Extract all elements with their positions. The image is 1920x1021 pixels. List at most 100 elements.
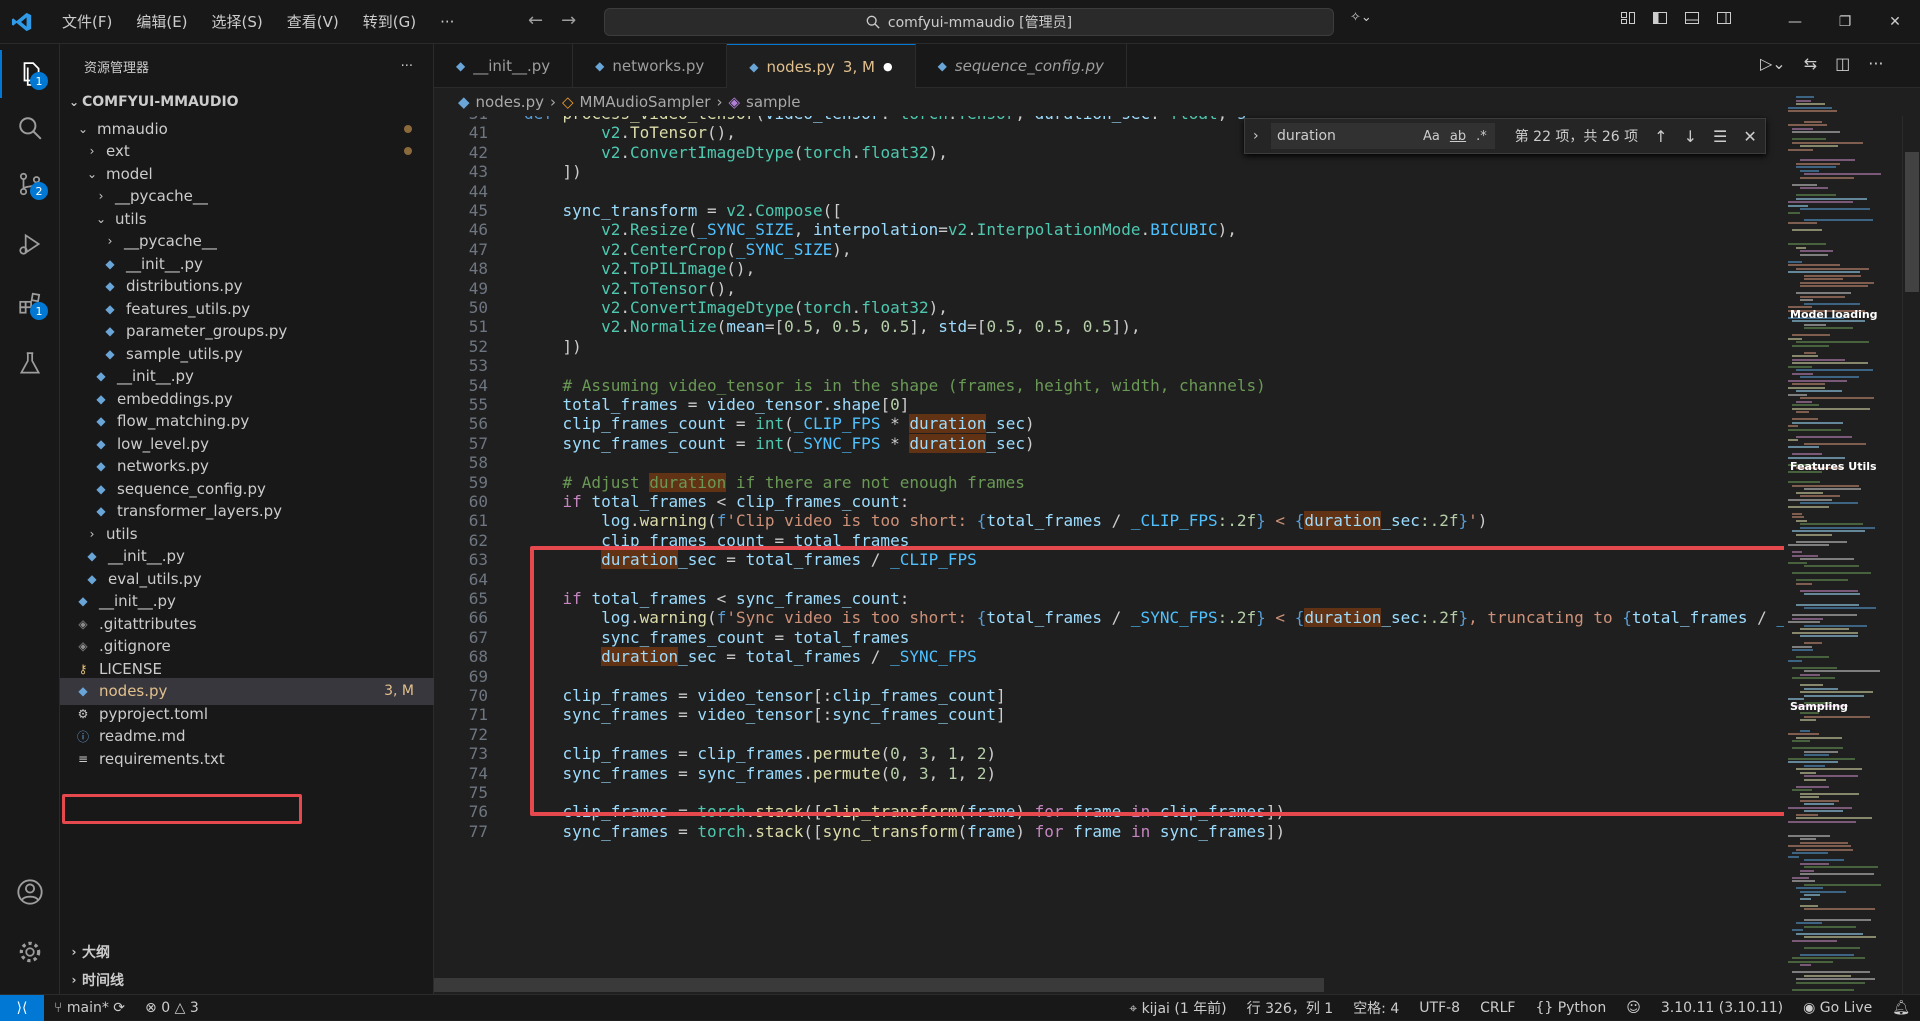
- cursor-position[interactable]: 行 326，列 1: [1237, 998, 1344, 1018]
- chevron-right-icon: ›: [107, 234, 113, 248]
- find-options: Aa ab .*: [1423, 129, 1487, 144]
- copilot-icon[interactable]: ✧⌄: [1350, 10, 1372, 25]
- python-file-icon: ◆: [937, 59, 947, 73]
- minimap-line: [1800, 684, 1823, 686]
- workspace-root[interactable]: ⌄ COMFYUI-MMAUDIO: [60, 88, 434, 115]
- tree-item[interactable]: ≡ requirements.txt: [60, 745, 434, 772]
- customize-layout-icon[interactable]: [1620, 10, 1636, 26]
- search-sidebar-icon[interactable]: [0, 104, 60, 152]
- run-python-icon[interactable]: ▷⌄: [1760, 54, 1786, 73]
- run-debug-icon[interactable]: [0, 220, 60, 268]
- timeline-section[interactable]: › 时间线: [60, 966, 434, 993]
- chevron-right-icon: ›: [71, 972, 77, 987]
- menu-item[interactable]: 编辑(E): [124, 0, 199, 44]
- next-match-arrow-icon[interactable]: ↓: [1684, 127, 1697, 146]
- language-mode[interactable]: {} Python: [1525, 1000, 1616, 1016]
- problems-status[interactable]: ⊗ 0 △ 3: [135, 1000, 209, 1016]
- open-changes-icon[interactable]: ⇆: [1804, 54, 1817, 73]
- eol-status[interactable]: CRLF: [1470, 1000, 1525, 1016]
- account-icon[interactable]: [0, 868, 60, 916]
- encoding-status[interactable]: UTF-8: [1409, 1000, 1470, 1016]
- menu-item[interactable]: 文件(F): [50, 0, 124, 44]
- toggle-secondary-sidebar-icon[interactable]: [1716, 10, 1732, 26]
- match-case-toggle[interactable]: Aa: [1423, 129, 1440, 144]
- breadcrumb-method[interactable]: sample: [746, 93, 801, 111]
- minimize-icon[interactable]: —: [1770, 0, 1820, 44]
- more-icon[interactable]: ···: [1868, 54, 1883, 73]
- whole-word-toggle[interactable]: ab: [1450, 129, 1466, 144]
- testing-icon[interactable]: [0, 340, 60, 388]
- minimap-line: [1796, 246, 1806, 249]
- menu-item[interactable]: 转到(G): [351, 0, 428, 44]
- go-live-button[interactable]: ◉ Go Live: [1793, 1000, 1882, 1016]
- python-interpreter[interactable]: 3.10.11 (3.10.11): [1651, 1000, 1793, 1016]
- forward-arrow-icon[interactable]: →: [561, 10, 576, 31]
- code-text: if total_frames < clip_frames_count:: [562, 492, 910, 511]
- more-actions-icon[interactable]: ···: [401, 59, 413, 74]
- editor-tab[interactable]: ◆ nodes.py 3, M ●: [727, 44, 916, 88]
- method-icon: ◈: [728, 93, 740, 111]
- minimap-line: [1800, 691, 1873, 693]
- menu-item[interactable]: 查看(V): [275, 0, 351, 44]
- tree-item-label: transformer_layers.py: [117, 502, 283, 520]
- code-text: v2.Resize(_SYNC_SIZE, interpolation=v2.I…: [601, 220, 1237, 240]
- minimap-line: [1804, 974, 1851, 977]
- split-editor-icon[interactable]: ◫: [1835, 54, 1850, 73]
- editor-tab[interactable]: ◆ __init__.py: [434, 44, 574, 88]
- minimap-line: [1792, 421, 1843, 424]
- minimap-line: [1796, 194, 1836, 196]
- editor-tab[interactable]: ◆ sequence_config.py: [916, 44, 1127, 88]
- code-text: v2.ConvertImageDtype(torch.float32),: [601, 142, 948, 162]
- menu-item[interactable]: ···: [428, 0, 466, 44]
- minimap-line: [1800, 250, 1833, 252]
- unsaved-dot-icon[interactable]: ●: [883, 60, 893, 73]
- minimap-line: [1792, 516, 1804, 518]
- breadcrumb-file[interactable]: nodes.py: [476, 93, 544, 111]
- branch-status[interactable]: ⑂ main* ⟳: [44, 1000, 135, 1016]
- vertical-scrollbar[interactable]: [1902, 116, 1920, 994]
- editor-tab[interactable]: ◆ networks.py: [573, 44, 728, 88]
- extensions-icon[interactable]: 1: [0, 280, 60, 328]
- breadcrumb-class[interactable]: MMAudioSampler: [580, 93, 711, 111]
- minimap-line: [1796, 292, 1851, 294]
- previous-match-arrow-icon[interactable]: ↑: [1654, 127, 1667, 146]
- explorer-icon[interactable]: 1: [0, 50, 60, 98]
- tree-item-label: parameter_groups.py: [126, 322, 288, 340]
- minimap-line: [1800, 523, 1863, 525]
- python-file-icon: ◆: [105, 279, 115, 293]
- python-file-icon: ◆: [78, 684, 88, 698]
- minimap-line: [1804, 302, 1860, 305]
- minimap-line: [1792, 131, 1840, 133]
- minimap-line: [1804, 810, 1843, 812]
- remote-indicator-icon[interactable]: ⟩⟨: [0, 994, 44, 1021]
- back-arrow-icon[interactable]: ←: [528, 10, 543, 31]
- minimap-line: [1804, 488, 1861, 490]
- minimap-line: [1792, 484, 1859, 487]
- outline-section[interactable]: › 大纲: [60, 938, 434, 965]
- close-find-icon[interactable]: ✕: [1743, 127, 1756, 146]
- toggle-sidebar-icon[interactable]: [1652, 10, 1668, 26]
- indentation-status[interactable]: 空格: 4: [1343, 998, 1409, 1018]
- code-text: v2.ToPILImage(),: [601, 259, 756, 279]
- scrollbar-thumb[interactable]: [1905, 152, 1919, 292]
- source-control-icon[interactable]: 2: [0, 160, 60, 208]
- menu-item[interactable]: 选择(S): [200, 0, 275, 44]
- code-text: ]): [524, 162, 582, 182]
- notifications-bell-icon[interactable]: 🔔︎: [1882, 1000, 1920, 1016]
- minimap-line: [1792, 614, 1857, 616]
- timeline-label: 时间线: [82, 972, 124, 989]
- git-blame-status[interactable]: ⌖ kijai (1 年前): [1119, 998, 1236, 1018]
- minimap[interactable]: Model loading Features Utils Sampling: [1784, 96, 1902, 994]
- command-center-search[interactable]: comfyui-mmaudio [管理员]: [604, 8, 1334, 36]
- copilot-status-icon[interactable]: ☺: [1616, 1000, 1651, 1016]
- horizontal-scrollbar[interactable]: [434, 978, 1324, 992]
- toggle-replace-chevron-icon[interactable]: ›: [1253, 128, 1259, 144]
- manage-gear-icon[interactable]: [0, 928, 60, 976]
- close-icon[interactable]: ✕: [1870, 0, 1920, 44]
- minimap-line: [1796, 817, 1872, 819]
- maximize-icon[interactable]: ❐: [1820, 0, 1870, 44]
- minimap-line: [1796, 785, 1829, 788]
- toggle-panel-icon[interactable]: [1684, 10, 1700, 26]
- find-in-selection-icon[interactable]: ☰: [1713, 127, 1727, 146]
- regex-toggle[interactable]: .*: [1476, 129, 1487, 144]
